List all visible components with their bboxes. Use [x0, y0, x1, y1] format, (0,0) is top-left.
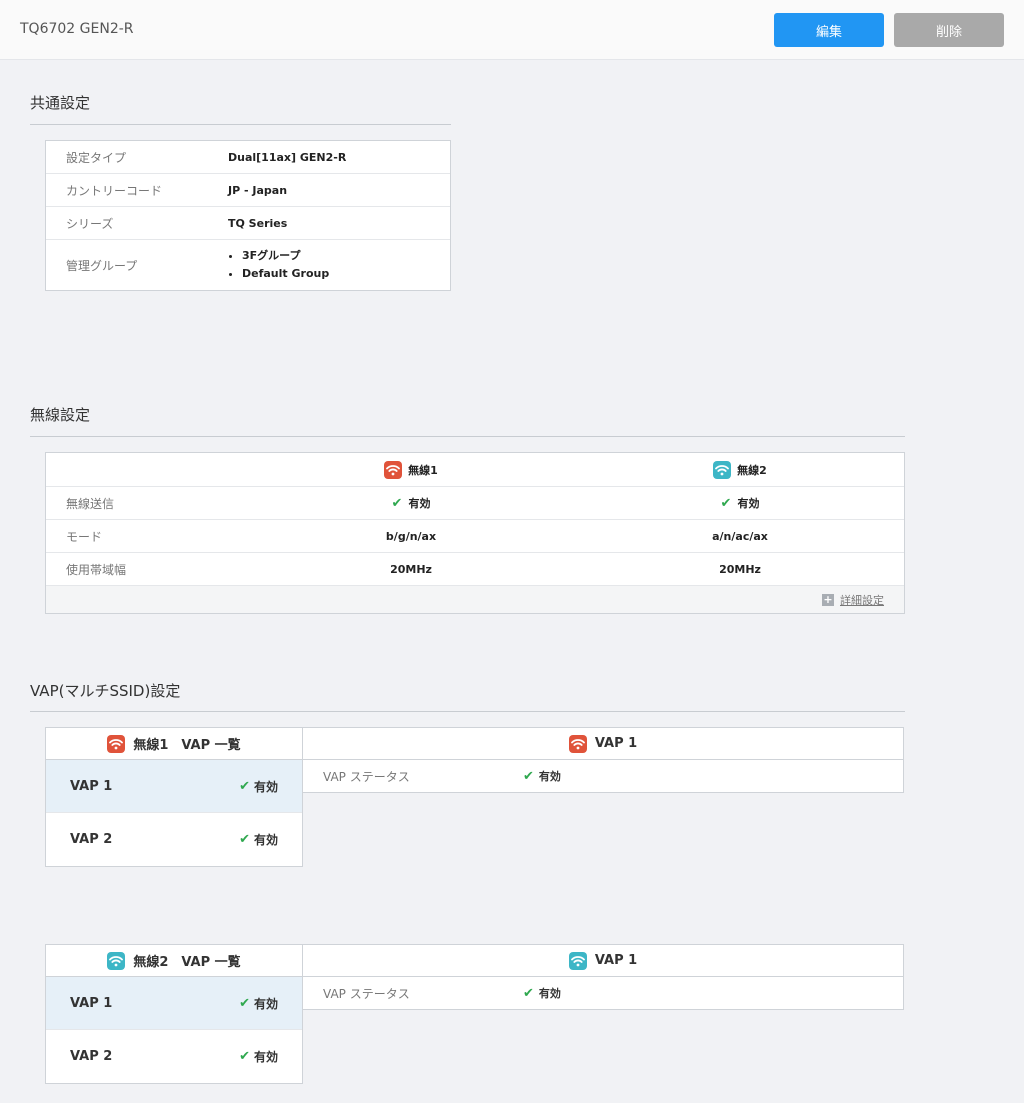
vap-status-value: 有効: [538, 770, 561, 783]
bandwidth-label: 使用帯域幅: [66, 562, 127, 577]
check-icon: ✔: [523, 768, 534, 784]
management-group-label: 管理グループ: [66, 258, 138, 273]
radio1-column-header: 無線1: [246, 460, 576, 479]
table-row: VAP ステータス ✔ 有効: [303, 760, 903, 792]
vap-list-item[interactable]: VAP 1 ✔ 有効: [46, 977, 302, 1030]
vap-item-status: 有効: [253, 1050, 278, 1064]
radio1-vap-list: 無線1 VAP 一覧 VAP 1 ✔ 有効 VAP 2 ✔ 有効: [45, 727, 303, 867]
check-icon: ✔: [523, 985, 534, 1001]
check-icon: ✔: [720, 495, 732, 511]
page-title: TQ6702 GEN2-R: [20, 21, 134, 37]
common-settings-table: 設定タイプ Dual[11ax] GEN2-R カントリーコード JP - Ja…: [45, 140, 451, 291]
series-label: シリーズ: [66, 216, 114, 231]
table-header-row: 無線1 無線2: [46, 453, 904, 487]
table-row: シリーズ TQ Series: [46, 207, 450, 240]
advanced-settings-link[interactable]: 詳細設定: [840, 592, 884, 608]
group-item: Default Group: [242, 265, 329, 283]
vap-detail-header: VAP 1: [303, 728, 903, 760]
table-row: 無線送信 ✔ 有効 ✔ 有効: [46, 487, 904, 520]
radio1-mode-value: b/g/n/ax: [385, 529, 437, 543]
vap-item-label: VAP 2: [70, 1049, 113, 1064]
radio2-label: 無線2: [737, 463, 767, 477]
vap-detail-title: VAP 1: [594, 736, 638, 751]
table-row: 設定タイプ Dual[11ax] GEN2-R: [46, 141, 450, 174]
vap-list-item[interactable]: VAP 1 ✔ 有効: [46, 760, 302, 813]
vap-list-item[interactable]: VAP 2 ✔ 有効: [46, 1030, 302, 1083]
check-icon: ✔: [391, 495, 403, 511]
wifi-icon: [568, 734, 587, 753]
radio2-mode-value: a/n/ac/ax: [712, 529, 768, 543]
vap-detail-header: VAP 1: [303, 945, 903, 977]
country-code-label: カントリーコード: [66, 183, 163, 198]
table-footer: + 詳細設定: [46, 586, 904, 613]
radio2-column-header: 無線2: [576, 460, 904, 479]
vap-list-title: 無線2 VAP 一覧: [133, 955, 241, 970]
table-row: カントリーコード JP - Japan: [46, 174, 450, 207]
vap-item-status: 有効: [253, 833, 278, 847]
radio1-bandwidth-value: 20MHz: [390, 562, 432, 576]
radio2-transmit-value: 有効: [737, 497, 760, 510]
radio2-vap-list: 無線2 VAP 一覧 VAP 1 ✔ 有効 VAP 2 ✔ 有効: [45, 944, 303, 1084]
setting-type-label: 設定タイプ: [66, 150, 127, 165]
wireless-settings-table: 無線1 無線2 無線送信 ✔ 有効 ✔ 有効 モード b/g/n/ax a/n/…: [45, 452, 905, 614]
delete-button[interactable]: 削除: [894, 13, 1004, 47]
check-icon: ✔: [239, 832, 250, 847]
vap-detail-title: VAP 1: [594, 953, 638, 968]
radio1-label: 無線1: [408, 463, 438, 477]
vap-list-title: 無線1 VAP 一覧: [133, 738, 241, 753]
check-icon: ✔: [239, 778, 250, 794]
mode-label: モード: [66, 529, 103, 544]
section-divider: [30, 711, 905, 712]
management-group-list: 3Fグループ Default Group: [228, 247, 329, 283]
vap-item-status: 有効: [253, 779, 278, 794]
wifi-icon: [384, 460, 403, 479]
check-icon: ✔: [239, 995, 250, 1011]
vap-item-status: 有効: [253, 996, 278, 1011]
vap-item-label: VAP 2: [70, 832, 113, 847]
transmit-label: 無線送信: [66, 496, 115, 511]
vap-list-item[interactable]: VAP 2 ✔ 有効: [46, 813, 302, 866]
table-row: 使用帯域幅 20MHz 20MHz: [46, 553, 904, 586]
group-item: 3Fグループ: [242, 247, 329, 265]
vap-status-label: VAP ステータス: [323, 769, 410, 784]
vap-item-label: VAP 1: [70, 995, 113, 1011]
edit-button[interactable]: 編集: [774, 13, 884, 47]
top-bar: TQ6702 GEN2-R 編集 削除: [0, 0, 1024, 60]
vap-list-header: 無線2 VAP 一覧: [46, 945, 302, 977]
vap-status-value: 有効: [538, 987, 561, 1000]
vap-status-label: VAP ステータス: [323, 986, 410, 1001]
radio1-vap-detail: VAP 1 VAP ステータス ✔ 有効: [302, 727, 904, 793]
table-row: モード b/g/n/ax a/n/ac/ax: [46, 520, 904, 553]
wifi-icon: [713, 460, 732, 479]
section-divider: [30, 436, 905, 437]
vap-section-title: VAP(マルチSSID)設定: [30, 682, 181, 700]
radio2-vap-detail: VAP 1 VAP ステータス ✔ 有効: [302, 944, 904, 1010]
wifi-icon: [107, 734, 126, 753]
common-section-title: 共通設定: [30, 94, 91, 112]
check-icon: ✔: [239, 1049, 250, 1064]
table-row: VAP ステータス ✔ 有効: [303, 977, 903, 1009]
setting-type-value: Dual[11ax] GEN2-R: [228, 150, 347, 164]
wifi-icon: [107, 951, 126, 970]
table-row: 管理グループ 3Fグループ Default Group: [46, 240, 450, 290]
vap-item-label: VAP 1: [70, 778, 113, 794]
scrollbar[interactable]: [1008, 60, 1024, 1103]
wireless-section-title: 無線設定: [30, 406, 91, 424]
radio2-bandwidth-value: 20MHz: [719, 562, 761, 576]
country-code-value: JP - Japan: [228, 183, 288, 197]
vap-list-header: 無線1 VAP 一覧: [46, 728, 302, 760]
series-value: TQ Series: [228, 216, 288, 230]
wifi-icon: [568, 951, 587, 970]
radio1-transmit-value: 有効: [408, 497, 431, 510]
section-divider: [30, 124, 451, 125]
plus-icon[interactable]: +: [822, 593, 834, 606]
